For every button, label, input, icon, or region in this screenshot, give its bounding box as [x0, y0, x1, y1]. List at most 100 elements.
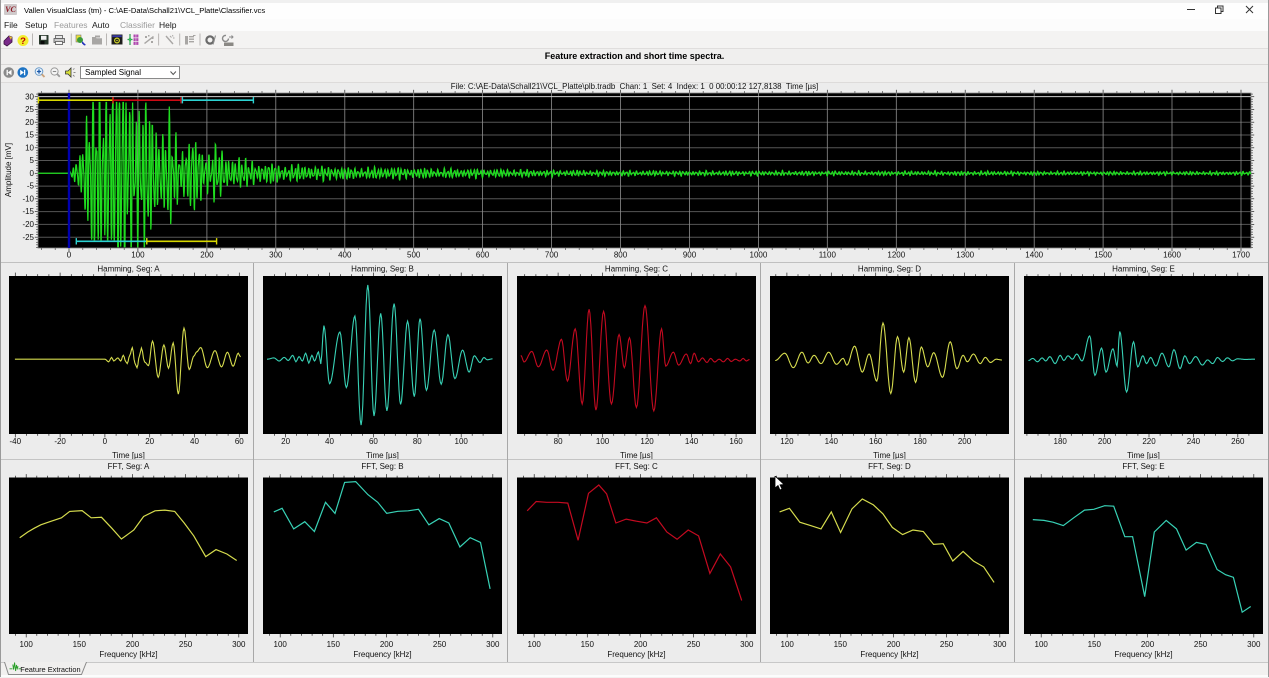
svg-text:200: 200 [1141, 640, 1155, 649]
svg-text:-40: -40 [10, 437, 22, 446]
svg-text:1300: 1300 [956, 251, 974, 260]
svg-text:200: 200 [380, 640, 394, 649]
svg-text:120: 120 [640, 437, 654, 446]
svg-text:60: 60 [369, 437, 378, 446]
svg-text:Time [µs]: Time [µs] [620, 451, 653, 460]
svg-text:150: 150 [73, 640, 87, 649]
svg-text:260: 260 [1231, 437, 1245, 446]
svg-text:Time [µs]: Time [µs] [366, 451, 399, 460]
svg-text:File: C:\AE-Data\Schall21\VCL_: File: C:\AE-Data\Schall21\VCL_Platte\plb… [451, 82, 818, 91]
svg-text:100: 100 [20, 640, 34, 649]
svg-text:-15: -15 [22, 207, 34, 216]
svg-text:?: ? [20, 36, 26, 47]
svg-text:250: 250 [940, 640, 954, 649]
svg-text:180: 180 [913, 437, 927, 446]
svg-text:150: 150 [834, 640, 848, 649]
svg-text:300: 300 [993, 640, 1007, 649]
svg-text:200: 200 [1098, 437, 1112, 446]
svg-text:Hamming, Seg: B: Hamming, Seg: B [351, 265, 414, 274]
svg-text:20: 20 [25, 118, 34, 127]
svg-text:Hamming, Seg: E: Hamming, Seg: E [1112, 265, 1175, 274]
svg-text:80: 80 [554, 437, 563, 446]
svg-text:200: 200 [200, 251, 214, 260]
svg-text:700: 700 [545, 251, 559, 260]
svg-text:FFT, Seg: B: FFT, Seg: B [361, 462, 403, 471]
svg-text:FFT, Seg: C: FFT, Seg: C [615, 462, 658, 471]
svg-text:100: 100 [528, 640, 542, 649]
svg-text:220: 220 [1142, 437, 1156, 446]
svg-text:900: 900 [683, 251, 697, 260]
svg-text:160: 160 [729, 437, 743, 446]
svg-text:500: 500 [407, 251, 421, 260]
svg-text:140: 140 [685, 437, 699, 446]
svg-text:100: 100 [274, 640, 288, 649]
svg-text:10: 10 [25, 143, 34, 152]
svg-text:1400: 1400 [1025, 251, 1043, 260]
svg-text:FFT, Seg: D: FFT, Seg: D [868, 462, 911, 471]
svg-text:Time [µs]: Time [µs] [1127, 451, 1160, 460]
svg-text:Amplitude [mV]: Amplitude [mV] [4, 143, 13, 197]
svg-text:100: 100 [131, 251, 145, 260]
svg-text:Frequency [kHz]: Frequency [kHz] [1114, 650, 1172, 659]
svg-text:20: 20 [281, 437, 290, 446]
svg-text:200: 200 [958, 437, 972, 446]
svg-text:100: 100 [596, 437, 610, 446]
svg-text:Hamming, Seg: D: Hamming, Seg: D [858, 265, 921, 274]
svg-text:200: 200 [887, 640, 901, 649]
svg-text:Frequency [kHz]: Frequency [kHz] [860, 650, 918, 659]
svg-text:Frequency [kHz]: Frequency [kHz] [607, 650, 665, 659]
svg-text:15: 15 [25, 131, 34, 140]
svg-text:25: 25 [25, 105, 34, 114]
svg-text:300: 300 [740, 640, 754, 649]
svg-text:1700: 1700 [1232, 251, 1250, 260]
svg-text:250: 250 [687, 640, 701, 649]
svg-text:250: 250 [433, 640, 447, 649]
svg-text:250: 250 [179, 640, 193, 649]
svg-text:300: 300 [486, 640, 500, 649]
svg-text:300: 300 [269, 251, 283, 260]
svg-text:30: 30 [25, 92, 34, 101]
svg-text:800: 800 [614, 251, 628, 260]
svg-text:100: 100 [781, 640, 795, 649]
svg-text:1200: 1200 [887, 251, 905, 260]
svg-text:5: 5 [30, 156, 35, 165]
svg-text:FFT, Seg: E: FFT, Seg: E [1122, 462, 1164, 471]
svg-text:1100: 1100 [819, 251, 837, 260]
svg-text:-20: -20 [22, 220, 34, 229]
svg-text:160: 160 [869, 437, 883, 446]
svg-text:-25: -25 [22, 233, 34, 242]
svg-text:120: 120 [780, 437, 794, 446]
svg-text:180: 180 [1054, 437, 1068, 446]
svg-text:100: 100 [1035, 640, 1049, 649]
svg-text:300: 300 [232, 640, 246, 649]
svg-text:0: 0 [67, 251, 72, 260]
svg-text:Frequency [kHz]: Frequency [kHz] [99, 650, 157, 659]
svg-text:Time [µs]: Time [µs] [112, 451, 145, 460]
svg-text:40: 40 [190, 437, 199, 446]
svg-text:300: 300 [1247, 640, 1261, 649]
svg-text:Feature Extraction: Feature Extraction [20, 665, 80, 674]
svg-text:Hamming, Seg: C: Hamming, Seg: C [605, 265, 668, 274]
svg-text:200: 200 [126, 640, 140, 649]
svg-text:1500: 1500 [1094, 251, 1112, 260]
svg-text:600: 600 [476, 251, 490, 260]
svg-text:Hamming, Seg: A: Hamming, Seg: A [97, 265, 160, 274]
svg-text:40: 40 [325, 437, 334, 446]
svg-text:-20: -20 [54, 437, 66, 446]
svg-text:100: 100 [455, 437, 469, 446]
svg-text:0: 0 [103, 437, 108, 446]
svg-text:150: 150 [581, 640, 595, 649]
svg-text:Frequency [kHz]: Frequency [kHz] [353, 650, 411, 659]
svg-text:Time [µs]: Time [µs] [873, 451, 906, 460]
svg-text:FFT, Seg: A: FFT, Seg: A [108, 462, 150, 471]
svg-text:200: 200 [634, 640, 648, 649]
svg-text:250: 250 [1194, 640, 1208, 649]
svg-text:150: 150 [1088, 640, 1102, 649]
svg-text:-10: -10 [22, 194, 34, 203]
svg-text:150: 150 [327, 640, 341, 649]
svg-text:140: 140 [825, 437, 839, 446]
svg-text:400: 400 [338, 251, 352, 260]
svg-text:20: 20 [145, 437, 154, 446]
svg-text:0: 0 [30, 169, 35, 178]
svg-text:60: 60 [235, 437, 244, 446]
